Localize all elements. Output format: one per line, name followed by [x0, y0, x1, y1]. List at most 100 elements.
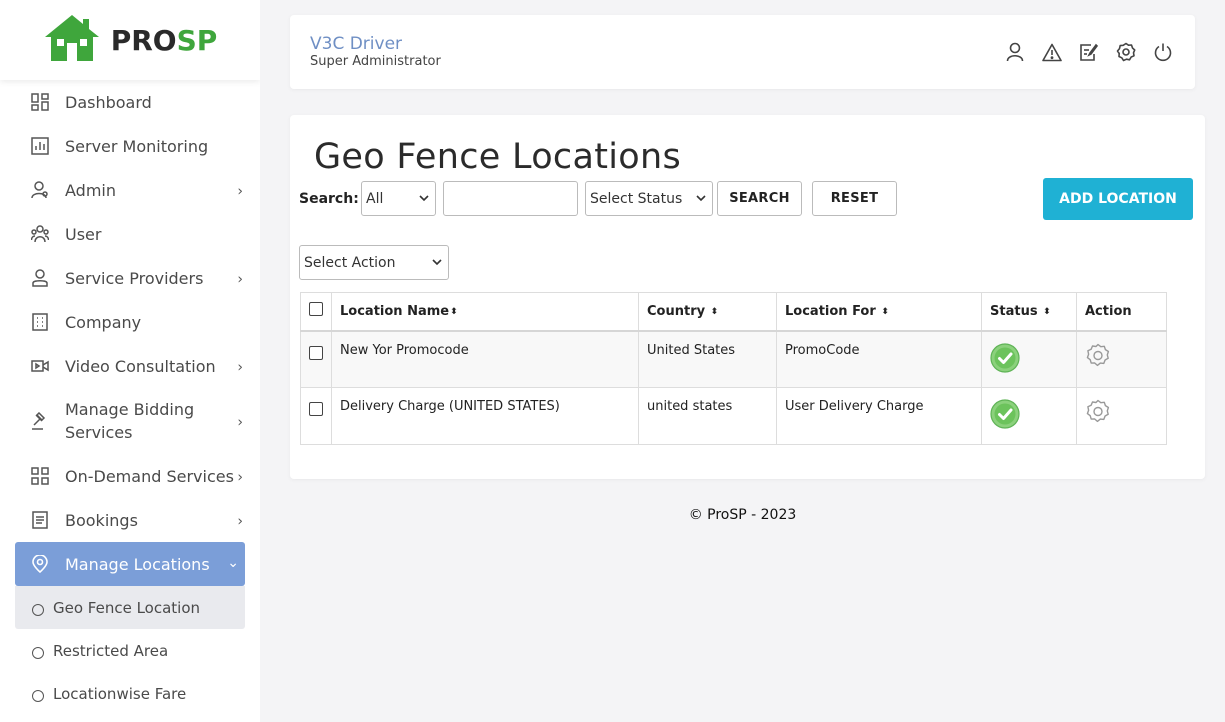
sidebar-item-label: Company — [65, 312, 142, 332]
cell-location-name: New Yor Promocode — [331, 330, 639, 388]
col-location-name[interactable]: Location Name⬍ — [331, 292, 639, 332]
sidebar-item-service-providers[interactable]: Service Providers › — [15, 256, 245, 300]
sidebar-item-label: Video Consultation — [65, 356, 216, 376]
provider-icon — [30, 268, 50, 288]
footer-copyright: © ProSP - 2023 — [688, 507, 797, 523]
sort-icon: ⬍ — [881, 306, 889, 317]
col-status[interactable]: Status ⬍ — [981, 292, 1077, 332]
col-header-label: Country — [647, 303, 706, 319]
video-icon — [30, 356, 50, 376]
sidebar-item-label: User — [65, 224, 102, 244]
gavel-icon — [30, 411, 50, 431]
logo[interactable]: PROSP — [0, 0, 260, 80]
chevron-down-icon — [696, 192, 706, 208]
col-header-label: Action — [1085, 303, 1132, 319]
col-country[interactable]: Country ⬍ — [638, 292, 777, 332]
sidebar-item-manage-locations[interactable]: Manage Locations ⌄ — [15, 542, 245, 586]
row-settings-icon[interactable] — [1085, 343, 1111, 373]
chevron-right-icon: › — [237, 513, 243, 530]
col-action: Action — [1076, 292, 1167, 332]
cell-location-for: User Delivery Charge — [776, 387, 982, 445]
reset-button[interactable]: RESET — [812, 181, 897, 216]
sidebar-item-company[interactable]: Company — [15, 300, 245, 344]
table-row: New Yor Promocode United States PromoCod… — [300, 330, 1167, 388]
active-status-icon[interactable] — [990, 342, 1020, 377]
profile-icon[interactable] — [1005, 41, 1025, 63]
table-header-row: Location Name⬍ Country ⬍ Location For ⬍ … — [300, 292, 1167, 332]
sort-icon: ⬍ — [450, 306, 458, 317]
search-field-select[interactable]: All — [361, 181, 436, 216]
sidebar-item-label: Server Monitoring — [65, 136, 209, 156]
chevron-right-icon: › — [237, 414, 243, 431]
sidebar-subitem-restricted-area[interactable]: Restricted Area — [15, 629, 245, 672]
bulk-action-select[interactable]: Select Action — [299, 245, 449, 280]
table-row: Delivery Charge (UNITED STATES) united s… — [300, 387, 1167, 445]
cell-country: united states — [638, 387, 777, 445]
alert-icon[interactable] — [1042, 41, 1062, 63]
page-title: Geo Fence Locations — [314, 137, 681, 177]
status-select-value: Select Status — [590, 190, 683, 207]
sidebar-item-user[interactable]: User — [15, 212, 245, 256]
sidebar-item-server-monitoring[interactable]: Server Monitoring — [15, 124, 245, 168]
edit-icon[interactable] — [1079, 41, 1099, 63]
sidebar-item-label: Bookings — [65, 510, 138, 530]
select-all-cell — [300, 292, 332, 332]
sidebar-item-video-consultation[interactable]: Video Consultation › — [15, 344, 245, 388]
search-field-value: All — [366, 190, 384, 207]
sidebar-item-on-demand-services[interactable]: On-Demand Services › — [15, 454, 245, 498]
status-select[interactable]: Select Status — [585, 181, 713, 216]
active-status-icon[interactable] — [990, 399, 1020, 433]
col-header-label: Location Name — [340, 303, 450, 319]
sidebar-item-label: On-Demand Services — [65, 466, 234, 486]
add-location-button[interactable]: ADD LOCATION — [1043, 178, 1193, 220]
power-icon[interactable] — [1153, 41, 1173, 63]
cell-action — [1076, 387, 1167, 445]
sidebar-item-manage-bidding-services[interactable]: Manage Bidding Services › — [15, 388, 245, 454]
brand-name: PROSP — [111, 24, 218, 57]
row-settings-icon[interactable] — [1085, 399, 1111, 429]
bulk-action-value: Select Action — [304, 254, 396, 271]
row-select-cell — [300, 387, 332, 445]
dashboard-icon — [30, 92, 50, 112]
circle-icon — [32, 646, 44, 659]
row-checkbox[interactable] — [309, 402, 323, 416]
sidebar: PROSP Dashboard Server Monitoring Admin … — [0, 0, 260, 722]
sidebar-subitem-geo-fence-location[interactable]: Geo Fence Location — [15, 586, 245, 629]
chevron-down-icon — [432, 256, 442, 272]
brand-sp: SP — [176, 23, 218, 57]
location-pin-icon — [30, 554, 50, 574]
col-header-label: Status — [990, 303, 1038, 319]
sidebar-item-admin[interactable]: Admin › — [15, 168, 245, 212]
chevron-right-icon: › — [237, 271, 243, 288]
cell-status — [981, 330, 1077, 388]
col-location-for[interactable]: Location For ⬍ — [776, 292, 982, 332]
search-button[interactable]: SEARCH — [717, 181, 802, 216]
row-checkbox[interactable] — [309, 345, 323, 360]
chevron-right-icon: › — [237, 183, 243, 200]
sidebar-item-label: Dashboard — [65, 92, 152, 112]
search-input[interactable] — [443, 181, 578, 216]
cell-action — [1076, 330, 1167, 388]
circle-icon — [32, 689, 44, 702]
user-role: Super Administrator — [310, 54, 441, 69]
settings-icon[interactable] — [1116, 41, 1136, 63]
sidebar-item-label: Manage Locations — [65, 554, 210, 574]
select-all-checkbox[interactable] — [309, 302, 323, 317]
sort-icon: ⬍ — [710, 306, 719, 317]
house-logo-icon — [43, 13, 101, 67]
grid-icon — [30, 466, 50, 486]
row-select-cell — [300, 330, 332, 388]
locations-table: Location Name⬍ Country ⬍ Location For ⬍ … — [300, 292, 1167, 445]
brand-pro: PRO — [110, 23, 177, 57]
sidebar-nav: Dashboard Server Monitoring Admin › User — [15, 80, 245, 715]
sidebar-subitem-locationwise-fare[interactable]: Locationwise Fare — [15, 672, 245, 715]
search-label: Search: — [299, 191, 359, 207]
top-header: V3C Driver Super Administrator — [290, 15, 1195, 89]
building-icon — [30, 312, 50, 332]
chart-icon — [30, 136, 50, 156]
users-icon — [30, 224, 50, 244]
header-actions — [1005, 41, 1173, 63]
sidebar-item-dashboard[interactable]: Dashboard — [15, 80, 245, 124]
sidebar-item-label: Service Providers — [65, 268, 204, 288]
sidebar-item-bookings[interactable]: Bookings › — [15, 498, 245, 542]
